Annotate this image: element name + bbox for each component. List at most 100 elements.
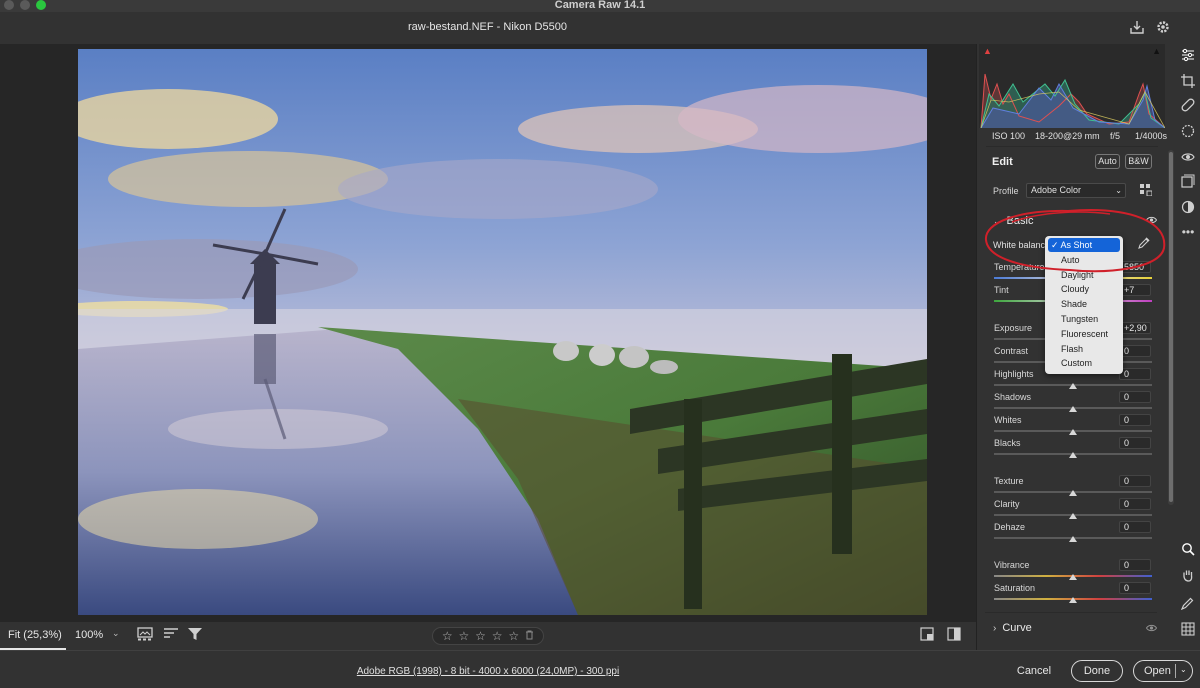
eye-icon[interactable] — [1145, 216, 1158, 227]
header: raw-bestand.NEF - Nikon D5500 — [0, 12, 1200, 44]
grid-overlay-icon[interactable] — [1176, 622, 1200, 642]
chevron-down-icon: ⌄ — [1115, 186, 1122, 195]
slider-thumb[interactable] — [1069, 536, 1077, 542]
zoom-menu-chevron-icon[interactable]: ⌄ — [112, 628, 120, 639]
slider-label: Tint — [994, 285, 1009, 295]
done-button[interactable]: Done — [1071, 660, 1123, 682]
slider-label: Texture — [994, 476, 1024, 486]
edit-title: Edit — [992, 156, 1013, 168]
white-balance-option[interactable]: Tungsten — [1048, 312, 1120, 326]
slider-thumb[interactable] — [1069, 406, 1077, 412]
filmstrip-icon[interactable] — [136, 627, 154, 645]
highlight-clipping-icon[interactable]: ▲ — [1152, 46, 1161, 56]
photo-preview[interactable] — [78, 49, 927, 615]
slider-label: Shadows — [994, 392, 1032, 402]
slider-value-input[interactable]: +2,90 — [1119, 322, 1151, 334]
white-balance-option[interactable]: Fluorescent — [1048, 327, 1120, 341]
slider-value-input[interactable]: 0 — [1119, 521, 1151, 533]
white-balance-option[interactable]: Custom — [1048, 356, 1120, 370]
red-eye-icon[interactable] — [1176, 150, 1200, 170]
slider-thumb[interactable] — [1069, 383, 1077, 389]
slider-label: Contrast — [994, 346, 1029, 356]
color-sampler-icon[interactable] — [1176, 596, 1200, 616]
star-icon[interactable]: ☆ — [442, 629, 453, 643]
panel-scrollbar-thumb[interactable] — [1169, 152, 1173, 502]
white-balance-option[interactable]: Auto — [1048, 253, 1120, 267]
presets-icon[interactable] — [1176, 200, 1200, 220]
star-icon[interactable]: ☆ — [475, 629, 486, 643]
section-curve[interactable]: › Curve — [993, 622, 1032, 634]
exif-iso: ISO 100 — [992, 131, 1026, 141]
filter-icon[interactable] — [186, 627, 204, 645]
healing-icon[interactable] — [1176, 98, 1200, 118]
mask-icon[interactable] — [1176, 124, 1200, 144]
exif-lens: 18-200@29 mm — [1035, 131, 1100, 141]
auto-button[interactable]: Auto — [1095, 154, 1120, 169]
slider-value-input[interactable]: 0 — [1119, 559, 1151, 571]
divider — [985, 612, 1157, 613]
slider-value-input[interactable]: 0 — [1119, 391, 1151, 403]
slider-value-input[interactable]: 0 — [1119, 498, 1151, 510]
zoom-100-button[interactable]: 100% — [75, 629, 103, 641]
star-icon[interactable]: ☆ — [508, 629, 519, 643]
star-icon[interactable]: ☆ — [492, 629, 503, 643]
profile-select[interactable]: Adobe Color ⌄ — [1026, 183, 1126, 198]
zoom-fit-button[interactable]: Fit (25,3%) — [0, 622, 66, 650]
save-icon[interactable] — [1128, 19, 1146, 37]
white-balance-dropdown[interactable]: ✓ As Shot Auto Daylight Cloudy Shade Tungsten… — [1045, 236, 1123, 374]
profile-browser-icon[interactable] — [1140, 184, 1153, 199]
slider-label: Blacks — [994, 438, 1021, 448]
histogram: ▲ ▲ — [979, 44, 1166, 129]
before-after-icon[interactable] — [918, 627, 936, 645]
slider-label: Exposure — [994, 323, 1033, 333]
slider-value-input[interactable]: 0 — [1119, 475, 1151, 487]
more-icon[interactable]: ••• — [1176, 222, 1200, 242]
white-balance-option[interactable]: Daylight — [1048, 268, 1120, 282]
slider-value-input[interactable]: +7 — [1119, 284, 1151, 296]
slider-value-input[interactable]: 0 — [1119, 437, 1151, 449]
slider-label: Saturation — [994, 583, 1036, 593]
open-button[interactable]: Open ⌄ — [1133, 660, 1193, 682]
trash-icon[interactable] — [525, 630, 534, 643]
file-title: raw-bestand.NEF - Nikon D5500 — [408, 21, 567, 33]
section-curve-title: Curve — [1002, 622, 1032, 634]
image-canvas[interactable] — [0, 44, 976, 622]
star-rating[interactable]: ☆ ☆ ☆ ☆ ☆ — [432, 627, 544, 645]
white-balance-option[interactable]: Flash — [1048, 342, 1120, 356]
slider-thumb[interactable] — [1069, 513, 1077, 519]
white-balance-option[interactable]: Shade — [1048, 297, 1120, 311]
slider-thumb[interactable] — [1069, 490, 1077, 496]
white-balance-option[interactable]: ✓ As Shot — [1048, 238, 1120, 252]
sort-icon[interactable] — [162, 627, 180, 645]
slider-value-input[interactable]: 0 — [1119, 345, 1151, 357]
chevron-down-icon[interactable]: ⌄ — [1180, 665, 1187, 674]
white-balance-option[interactable]: Cloudy — [1048, 282, 1120, 296]
bw-button[interactable]: B&W — [1125, 154, 1152, 169]
slider-thumb[interactable] — [1069, 574, 1077, 580]
shadow-clipping-icon[interactable]: ▲ — [983, 46, 992, 56]
chevron-down-icon: ⌄ — [993, 216, 1001, 226]
edit-sliders-icon[interactable] — [1176, 48, 1200, 68]
snapshots-icon[interactable] — [1176, 174, 1200, 194]
slider-label: Temperature — [994, 262, 1045, 272]
star-icon[interactable]: ☆ — [459, 629, 470, 643]
slider-value-input[interactable]: 0 — [1119, 368, 1151, 380]
zoom-tool-icon[interactable] — [1176, 542, 1200, 562]
workflow-options-link[interactable]: Adobe RGB (1998) - 8 bit - 4000 x 6000 (… — [0, 666, 976, 677]
hand-tool-icon[interactable] — [1176, 568, 1200, 588]
eyedropper-icon[interactable] — [1138, 237, 1150, 252]
slider-thumb[interactable] — [1069, 452, 1077, 458]
slider-value-input[interactable]: 0 — [1119, 414, 1151, 426]
gear-icon[interactable] — [1154, 19, 1172, 37]
section-basic[interactable]: ⌄ Basic — [993, 215, 1033, 227]
slider-value-input[interactable]: 0 — [1119, 582, 1151, 594]
slider-thumb[interactable] — [1069, 429, 1077, 435]
slider-label: Clarity — [994, 499, 1020, 509]
compare-view-icon[interactable] — [945, 627, 963, 645]
slider-value-input[interactable]: 5850 — [1119, 261, 1151, 273]
crop-icon[interactable] — [1176, 74, 1200, 94]
slider-label: Whites — [994, 415, 1022, 425]
cancel-button[interactable]: Cancel — [1012, 661, 1056, 681]
eye-icon[interactable] — [1145, 624, 1158, 635]
slider-thumb[interactable] — [1069, 597, 1077, 603]
